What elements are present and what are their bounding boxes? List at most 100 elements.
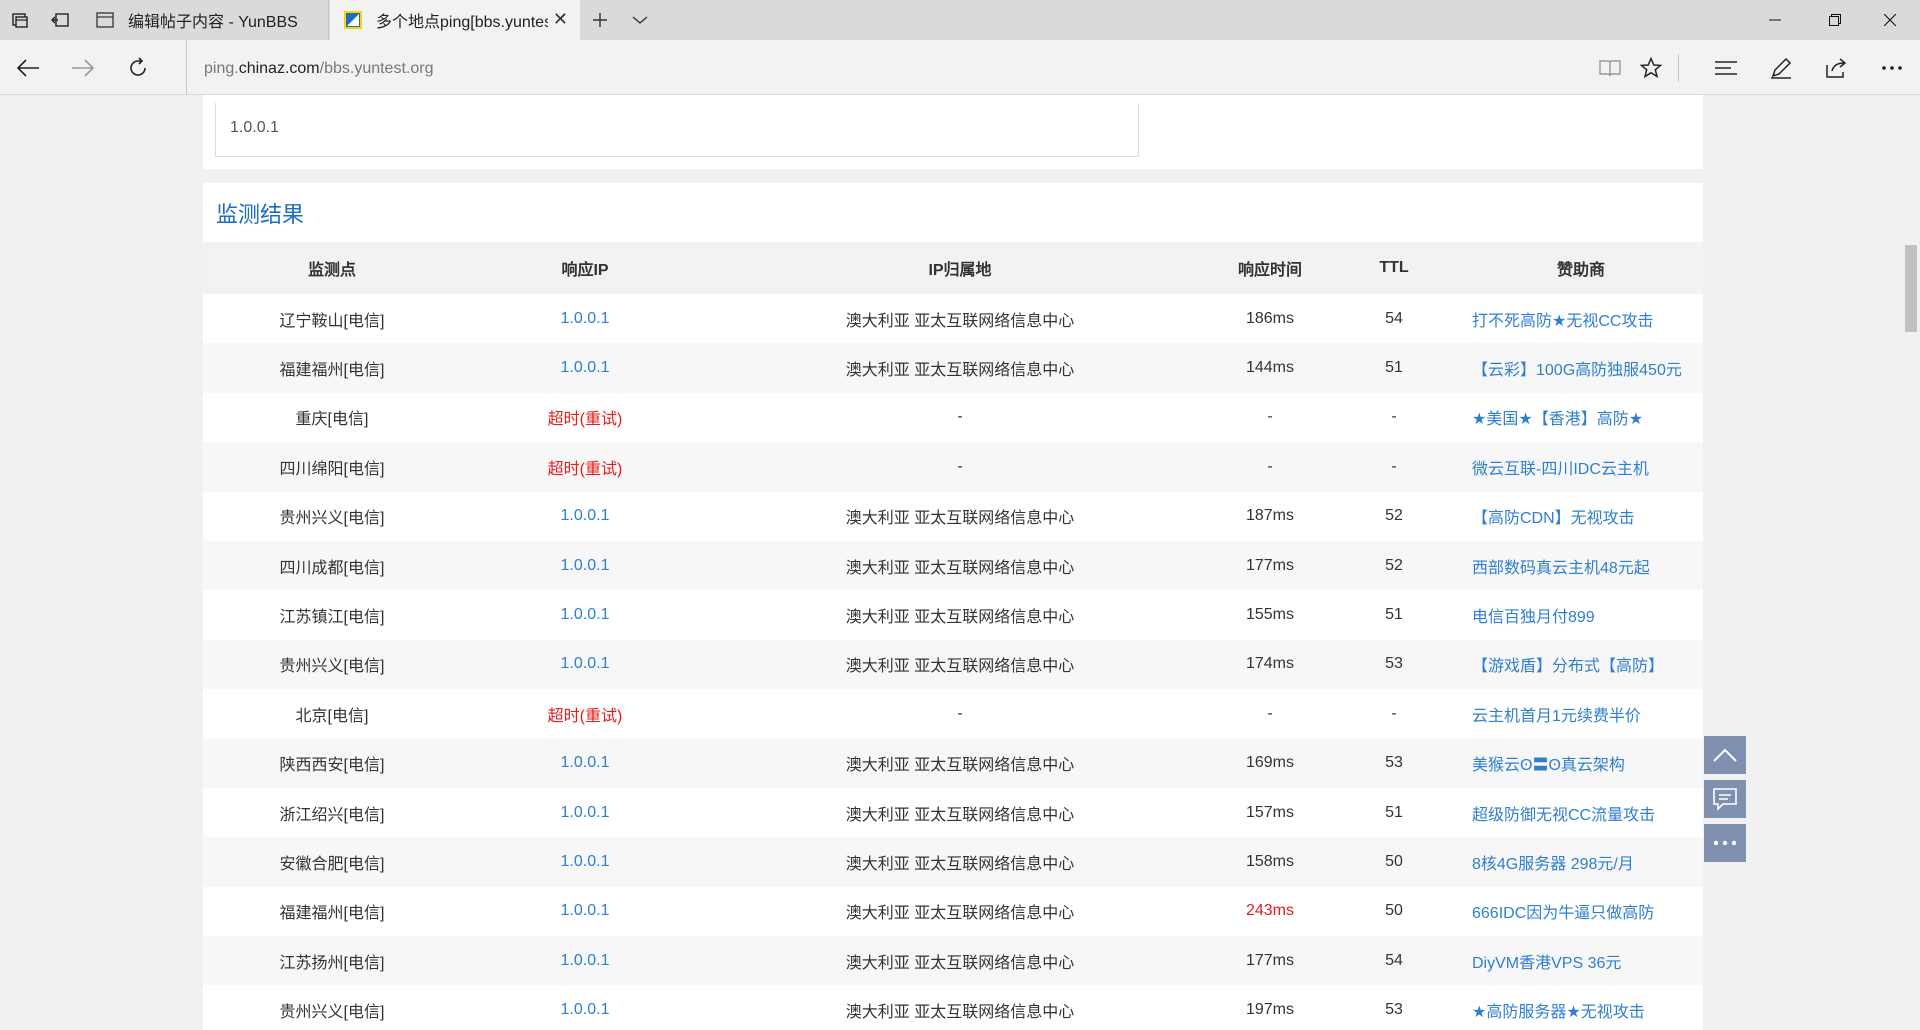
tab-yunbbs[interactable]: 编辑帖子内容 - YunBBS [82, 0, 329, 40]
tab-preview-button[interactable] [620, 0, 660, 40]
retry-link[interactable]: (重试) [580, 708, 623, 725]
ip-cell[interactable]: 1.0.0.1 [461, 294, 709, 343]
favorite-button[interactable] [1625, 40, 1677, 95]
sponsor-link[interactable]: 超级防御无视CC流量攻击 [1459, 788, 1703, 837]
sponsor-link[interactable]: 666IDC因为牛逼只做高防 [1459, 887, 1703, 936]
sponsor-link[interactable]: 云主机首月1元续费半价 [1459, 689, 1703, 738]
scrollbar-thumb[interactable] [1905, 245, 1917, 332]
retry-link[interactable]: (重试) [580, 411, 623, 428]
location-cell: 澳大利亚 亚太互联网络信息中心 [845, 905, 1075, 923]
share-button[interactable] [1810, 40, 1862, 95]
ip-timeout-cell: 超时(重试) [461, 442, 709, 492]
ip-cell[interactable]: 1.0.0.1 [461, 492, 709, 541]
ttl-cell: 51 [1385, 803, 1403, 821]
ip-cell[interactable]: 1.0.0.1 [461, 540, 709, 591]
forward-button[interactable] [55, 40, 110, 95]
table-row: 北京[电信] 超时(重试) - - - 云主机首月1元续费半价 [203, 689, 1703, 738]
ip-cell[interactable]: 1.0.0.1 [461, 639, 709, 690]
sponsor-link[interactable]: ★美国★【香港】高防★ [1459, 393, 1703, 442]
table-row: 贵州兴义[电信] 1.0.0.1 澳大利亚 亚太互联网络信息中心 174ms 53 【游戏… [203, 639, 1703, 690]
location-cell: 澳大利亚 亚太互联网络信息中心 [709, 343, 1211, 393]
ttl-cell: - [1391, 408, 1397, 426]
location-cell: 澳大利亚 亚太互联网络信息中心 [845, 609, 1075, 627]
sponsor-link[interactable]: 电信百独月付899 [1459, 590, 1703, 639]
sponsor-link[interactable]: 微云互联-四川IDC云主机 [1459, 442, 1703, 492]
ip-input[interactable]: 1.0.0.1 [215, 103, 1139, 157]
restore-button[interactable] [1805, 0, 1865, 40]
node-cell: 辽宁鞍山[电信] [279, 312, 385, 330]
query-panel: 1.0.0.1 [203, 95, 1703, 169]
chevron-down-icon [632, 16, 648, 24]
ip-cell[interactable]: 1.0.0.1 [461, 837, 709, 887]
ip-cell[interactable]: 1.0.0.1 [461, 738, 709, 788]
sponsor-link[interactable]: 【高防CDN】无视攻击 [1459, 492, 1703, 541]
feedback-button[interactable] [1704, 780, 1746, 818]
close-icon [1884, 14, 1896, 26]
refresh-icon [129, 56, 146, 76]
web-note-button[interactable] [1755, 40, 1807, 95]
sponsor-link[interactable]: DiyVM香港VPS 36元 [1459, 936, 1703, 986]
sponsor-link[interactable]: 【云彩】100G高防独服450元 [1459, 343, 1703, 393]
close-tab-icon[interactable]: ✕ [553, 9, 568, 30]
browser-titlebar: 编辑帖子内容 - YunBBS 多个地点ping[bbs.yuntest.org… [0, 0, 1920, 40]
response-time-cell: - [1211, 442, 1329, 492]
plus-icon [593, 13, 607, 27]
address-field[interactable]: ping.chinaz.com/bbs.yuntest.org [186, 40, 433, 95]
hub-button[interactable] [1700, 40, 1752, 95]
column-header-ip: 响应IP [461, 242, 709, 294]
sponsor-link[interactable]: 打不死高防★无视CC攻击 [1459, 294, 1703, 343]
sponsor-link[interactable]: 8核4G服务器 298元/月 [1459, 837, 1703, 887]
sponsor-link[interactable]: 西部数码真云主机48元起 [1459, 540, 1703, 591]
table-row: 四川绵阳[电信] 超时(重试) - - - 微云互联-四川IDC云主机 [203, 442, 1703, 492]
ip-cell[interactable]: 1.0.0.1 [461, 936, 709, 986]
table-row: 重庆[电信] 超时(重试) - - - ★美国★【香港】高防★ [203, 393, 1703, 442]
response-time-cell: 144ms [1211, 343, 1329, 393]
response-time-cell: 169ms [1211, 738, 1329, 788]
node-cell: 重庆[电信] [295, 411, 369, 429]
set-tabs-aside-button[interactable] [40, 0, 80, 40]
table-row: 贵州兴义[电信] 1.0.0.1 澳大利亚 亚太互联网络信息中心 187ms 52 【高防… [203, 492, 1703, 541]
ip-cell[interactable]: 1.0.0.1 [461, 343, 709, 393]
location-cell: 澳大利亚 亚太互联网络信息中心 [845, 1004, 1075, 1022]
sponsor-link[interactable]: 美猴云ʘ〓ʘ真云架构 [1459, 738, 1703, 788]
table-row: 陕西西安[电信] 1.0.0.1 澳大利亚 亚太互联网络信息中心 169ms 53 美猴云… [203, 738, 1703, 788]
node-cell: 福建福州[电信] [279, 905, 385, 923]
close-window-button[interactable] [1860, 0, 1920, 40]
url-path: /bbs.yuntest.org [319, 60, 434, 77]
vertical-scrollbar[interactable] [1902, 95, 1920, 1030]
ttl-cell: 51 [1385, 606, 1403, 624]
table-row: 四川成都[电信] 1.0.0.1 澳大利亚 亚太互联网络信息中心 177ms 52 西部数… [203, 540, 1703, 591]
back-button[interactable] [0, 40, 55, 95]
response-time-cell: 157ms [1245, 803, 1295, 821]
refresh-button[interactable] [110, 40, 165, 95]
node-cell: 陕西西安[电信] [203, 738, 461, 788]
timeout-label: 超时 [547, 707, 580, 725]
response-time-cell: 177ms [1211, 936, 1329, 986]
ip-cell[interactable]: 1.0.0.1 [461, 788, 709, 837]
minimize-button[interactable] [1745, 0, 1805, 40]
arrow-left-icon [16, 58, 39, 77]
toolbar-separator [1678, 54, 1679, 82]
tab-ping[interactable]: 多个地点ping[bbs.yuntest.org] ✕ [330, 0, 580, 40]
sponsor-link[interactable]: 【游戏盾】分布式【高防】 [1459, 639, 1703, 690]
new-tab-button[interactable] [580, 0, 620, 40]
sponsor-link[interactable]: ★高防服务器★无视攻击 [1459, 985, 1703, 1030]
ip-cell[interactable]: 1.0.0.1 [461, 985, 709, 1030]
ttl-cell: 52 [1385, 507, 1403, 525]
ip-cell[interactable]: 1.0.0.1 [461, 590, 709, 639]
back-to-top-button[interactable] [1704, 736, 1746, 774]
location-cell: 澳大利亚 亚太互联网络信息中心 [709, 639, 1211, 690]
column-header-time: 响应时间 [1211, 242, 1329, 294]
column-header-node: 监测点 [203, 242, 461, 294]
restore-icon [1829, 14, 1841, 26]
ip-cell[interactable]: 1.0.0.1 [461, 887, 709, 936]
location-cell: 澳大利亚 亚太互联网络信息中心 [709, 837, 1211, 887]
retry-link[interactable]: (重试) [580, 461, 623, 478]
ellipsis-icon [1882, 65, 1902, 70]
ip-timeout-cell: 超时(重试) [461, 393, 709, 442]
tab-manager-button[interactable] [0, 0, 40, 40]
ip-timeout-cell: 超时(重试) [461, 689, 709, 738]
more-button[interactable] [1866, 40, 1918, 95]
more-options-button[interactable] [1704, 824, 1746, 862]
location-cell: 澳大利亚 亚太互联网络信息中心 [845, 312, 1075, 330]
